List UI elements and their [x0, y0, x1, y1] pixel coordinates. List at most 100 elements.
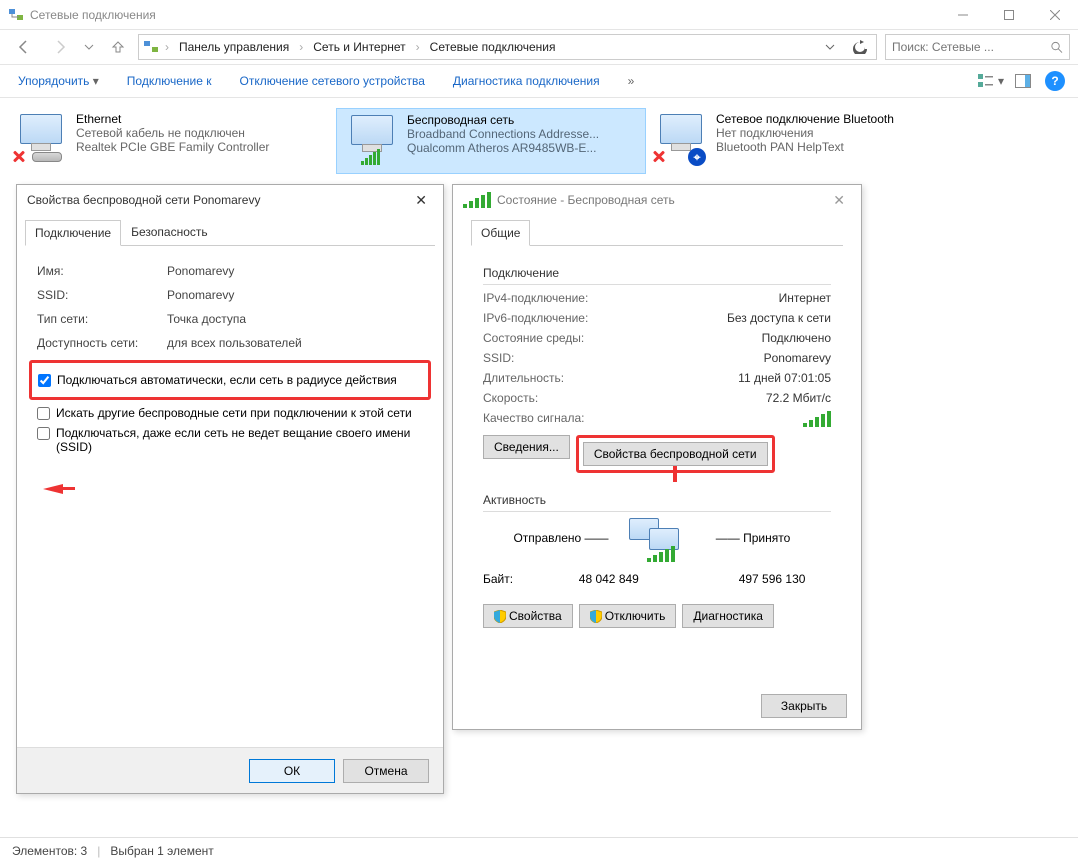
help-button[interactable]: ?: [1040, 68, 1070, 94]
media-value: Подключено: [762, 331, 831, 345]
checkbox-hidden[interactable]: [37, 427, 50, 440]
close-dialog-button[interactable]: Закрыть: [761, 694, 847, 718]
tabs: Общие: [471, 219, 843, 246]
organize-menu[interactable]: Упорядочить ▾: [8, 68, 109, 94]
wireless-properties-button[interactable]: Свойства беспроводной сети: [583, 442, 768, 466]
minimize-button[interactable]: [940, 0, 986, 30]
recent-dropdown[interactable]: [80, 33, 98, 61]
bluetooth-icon: ⌖: [688, 148, 706, 166]
duration-label: Длительность:: [483, 371, 564, 385]
diagnose-button[interactable]: Диагностика: [682, 604, 774, 628]
connection-ethernet[interactable]: Ethernet Сетевой кабель не подключен Rea…: [6, 108, 336, 174]
tab-connection[interactable]: Подключение: [25, 220, 121, 246]
address-bar[interactable]: › Панель управления › Сеть и Интернет › …: [138, 34, 877, 60]
view-change-button[interactable]: ▾: [976, 68, 1006, 94]
dialog-title: Свойства беспроводной сети Ponomarevy: [27, 193, 409, 207]
connect-to-button[interactable]: Подключение к: [117, 68, 222, 94]
window-title: Сетевые подключения: [30, 8, 940, 22]
properties-button[interactable]: Свойства: [483, 604, 573, 628]
conn-status: Нет подключения: [716, 126, 972, 140]
search-box[interactable]: [885, 34, 1070, 60]
signal-icon: [361, 149, 380, 165]
crumb-sep: ›: [299, 40, 303, 54]
back-button[interactable]: [8, 33, 40, 61]
tab-security[interactable]: Безопасность: [121, 219, 218, 245]
value-name: Ponomarevy: [167, 264, 234, 278]
checkbox-lookother[interactable]: [37, 407, 50, 420]
connection-wireless[interactable]: Беспроводная сеть Broadband Connections …: [336, 108, 646, 174]
ipv6-label: IPv6-подключение:: [483, 311, 588, 325]
conn-status: Сетевой кабель не подключен: [76, 126, 332, 140]
conn-device: Qualcomm Atheros AR9485WB-E...: [407, 141, 641, 155]
cancel-button[interactable]: Отмена: [343, 759, 429, 783]
checkbox-autoconnect-label: Подключаться автоматически, если сеть в …: [57, 373, 397, 387]
ok-button[interactable]: ОК: [249, 759, 335, 783]
value-ssid: Ponomarevy: [167, 288, 234, 302]
preview-pane-button[interactable]: [1008, 68, 1038, 94]
maximize-button[interactable]: [986, 0, 1032, 30]
tab-general[interactable]: Общие: [471, 220, 530, 246]
media-label: Состояние среды:: [483, 331, 584, 345]
status-separator: |: [97, 844, 100, 858]
conn-title: Беспроводная сеть: [407, 113, 641, 127]
connection-bluetooth[interactable]: ⌖ Сетевое подключение Bluetooth Нет подк…: [646, 108, 976, 174]
speed-label: Скорость:: [483, 391, 538, 405]
ipv4-label: IPv4-подключение:: [483, 291, 588, 305]
crumb-sep: ›: [165, 40, 169, 54]
sent-label: Отправлено: [513, 531, 581, 545]
ethernet-cable-icon: [32, 152, 62, 162]
checkbox-lookother-label: Искать другие беспроводные сети при подк…: [56, 406, 412, 420]
label-availability: Доступность сети:: [37, 336, 167, 350]
bytes-sent: 48 042 849: [550, 572, 668, 586]
up-button[interactable]: [102, 33, 134, 61]
toolbar-more[interactable]: »: [618, 68, 645, 94]
conn-title: Сетевое подключение Bluetooth: [716, 112, 972, 126]
breadcrumb-2[interactable]: Сеть и Интернет: [309, 38, 409, 56]
checkbox-autoconnect[interactable]: [38, 374, 51, 387]
group-activity-label: Активность: [483, 493, 831, 507]
netconn-icon: [143, 39, 159, 55]
group-activity: Активность Отправлено —— —— Принято Байт…: [471, 485, 843, 640]
label-ssid: SSID:: [37, 288, 167, 302]
dialog-header: Свойства беспроводной сети Ponomarevy ✕: [17, 185, 443, 215]
breadcrumb-1[interactable]: Панель управления: [175, 38, 293, 56]
dialog-header: Состояние - Беспроводная сеть ✕: [453, 185, 861, 215]
checkbox-hidden-label: Подключаться, даже если сеть не ведет ве…: [56, 426, 423, 454]
conn-device: Bluetooth PAN HelpText: [716, 140, 972, 154]
refresh-button[interactable]: [848, 35, 872, 59]
group-connection-label: Подключение: [483, 266, 831, 280]
disable-button[interactable]: Отключить: [579, 604, 677, 628]
dialog-close-button[interactable]: ✕: [409, 192, 433, 209]
status-selected: Выбран 1 элемент: [110, 844, 213, 858]
ssid-label: SSID:: [483, 351, 514, 365]
dialog-close-button[interactable]: ✕: [827, 192, 851, 209]
signal-bars-icon: [803, 411, 831, 427]
disconnected-icon: [652, 150, 666, 164]
status-element-count: Элементов: 3: [12, 844, 87, 858]
value-availability: для всех пользователей: [167, 336, 302, 350]
close-button[interactable]: [1032, 0, 1078, 30]
bytes-received: 497 596 130: [713, 572, 831, 586]
received-label: Принято: [743, 531, 790, 545]
disconnected-icon: [12, 150, 26, 164]
breadcrumb-3[interactable]: Сетевые подключения: [426, 38, 560, 56]
label-nettype: Тип сети:: [37, 312, 167, 326]
ipv4-value: Интернет: [779, 291, 831, 305]
details-button[interactable]: Сведения...: [483, 435, 570, 459]
crumb-sep: ›: [416, 40, 420, 54]
search-icon: [1050, 40, 1063, 54]
address-row: › Панель управления › Сеть и Интернет › …: [0, 30, 1078, 64]
disable-device-button[interactable]: Отключение сетевого устройства: [229, 68, 434, 94]
ssid-value: Ponomarevy: [764, 351, 831, 365]
forward-button[interactable]: [44, 33, 76, 61]
toolbar: Упорядочить ▾ Подключение к Отключение с…: [0, 64, 1078, 98]
search-input[interactable]: [892, 40, 1050, 54]
value-nettype: Точка доступа: [167, 312, 246, 326]
address-dropdown[interactable]: [818, 35, 842, 59]
group-connection: Подключение IPv4-подключение: Интернет IP…: [471, 258, 843, 485]
connections-list: Ethernet Сетевой кабель не подключен Rea…: [0, 98, 1078, 184]
diagnose-button[interactable]: Диагностика подключения: [443, 68, 610, 94]
status-bar: Элементов: 3 | Выбран 1 элемент: [0, 837, 1078, 863]
annotation-arrow-left: [43, 483, 75, 497]
speed-value: 72.2 Мбит/с: [766, 391, 831, 405]
